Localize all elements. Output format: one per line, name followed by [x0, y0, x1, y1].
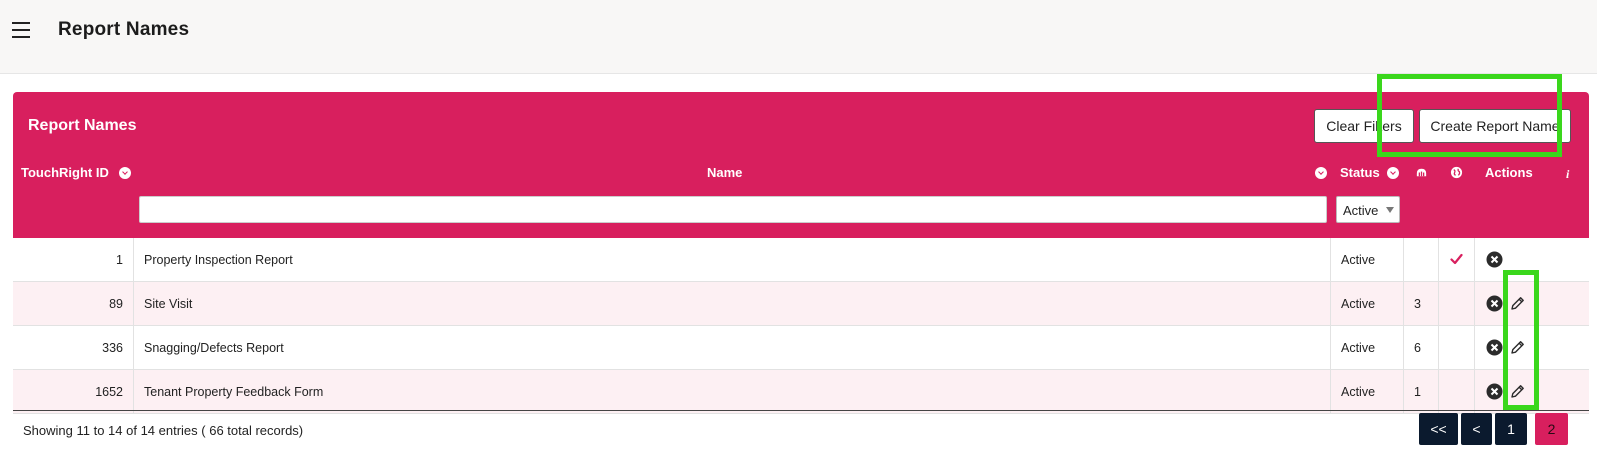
cell-status: Active: [1331, 282, 1404, 326]
status-filter-select[interactable]: Active: [1336, 196, 1400, 223]
cell-name: Site Visit: [134, 282, 1331, 326]
cloud-icon: [1416, 168, 1427, 177]
table-row: 1652 Tenant Property Feedback Form Activ…: [13, 370, 1589, 414]
status-filter-value: Active: [1343, 203, 1379, 218]
create-report-name-button[interactable]: Create Report Name: [1419, 109, 1571, 143]
cell-name: Tenant Property Feedback Form: [134, 370, 1331, 414]
page-title: Report Names: [58, 19, 190, 40]
check-icon: [1450, 253, 1463, 265]
sort-id-chevron-down-icon[interactable]: [119, 167, 131, 179]
cell-actions: [1475, 238, 1589, 282]
cell-count: 6: [1404, 326, 1439, 370]
dropdown-caret-icon: [1386, 207, 1394, 213]
table-row: 336 Snagging/Defects Report Active 6: [13, 326, 1589, 370]
edit-pencil-icon[interactable]: [1509, 295, 1526, 312]
cell-status: Active: [1331, 370, 1404, 414]
column-header-status[interactable]: Status: [1340, 165, 1380, 180]
table-row: 89 Site Visit Active 3: [13, 282, 1589, 326]
info-icon[interactable]: i: [1566, 168, 1574, 180]
cell-id: 336: [13, 326, 134, 370]
cell-count: 1: [1404, 370, 1439, 414]
report-names-card: Report Names Clear Filters Create Report…: [13, 92, 1589, 460]
column-header-actions: Actions: [1485, 165, 1533, 180]
cell-count: 3: [1404, 282, 1439, 326]
edit-pencil-icon[interactable]: [1509, 339, 1526, 356]
name-filter-input[interactable]: [139, 196, 1327, 223]
table-row: 1 Property Inspection Report Active: [13, 238, 1589, 282]
pagination-first-button[interactable]: <<: [1419, 413, 1458, 445]
pagination-prev-button[interactable]: <: [1461, 413, 1492, 445]
delete-close-circle-icon[interactable]: [1486, 251, 1503, 268]
pagination-page-1-button[interactable]: 1: [1495, 413, 1527, 445]
delete-close-circle-icon[interactable]: [1486, 339, 1503, 356]
pagination-page-2-button[interactable]: 2: [1535, 413, 1568, 445]
column-header-touchright-id[interactable]: TouchRight ID: [21, 165, 109, 180]
card-title: Report Names: [28, 117, 137, 134]
sort-name-chevron-down-icon[interactable]: [1315, 167, 1327, 179]
top-bar: Report Names: [0, 0, 1597, 74]
cell-name: Snagging/Defects Report: [134, 326, 1331, 370]
cell-id: 89: [13, 282, 134, 326]
sort-status-chevron-down-icon[interactable]: [1387, 167, 1399, 179]
cell-status: Active: [1331, 238, 1404, 282]
cell-id: 1652: [13, 370, 134, 414]
entries-summary: Showing 11 to 14 of 14 entries ( 66 tota…: [23, 423, 304, 438]
hamburger-menu-icon[interactable]: [12, 22, 30, 38]
cell-status: Active: [1331, 326, 1404, 370]
cell-count: [1404, 238, 1439, 282]
cell-global: [1439, 282, 1475, 326]
table-bottom-border: [13, 410, 1589, 411]
cell-id: 1: [13, 238, 134, 282]
column-header-name[interactable]: Name: [707, 165, 742, 180]
cell-global: [1439, 238, 1475, 282]
clear-filters-button[interactable]: Clear Filters: [1314, 109, 1414, 143]
cell-name: Property Inspection Report: [134, 238, 1331, 282]
cell-global: [1439, 370, 1475, 414]
edit-pencil-icon[interactable]: [1509, 383, 1526, 400]
cell-global: [1439, 326, 1475, 370]
card-header: Report Names Clear Filters Create Report…: [13, 92, 1589, 238]
cell-actions: [1475, 370, 1589, 414]
cell-actions: [1475, 282, 1589, 326]
delete-close-circle-icon[interactable]: [1486, 383, 1503, 400]
cell-actions: [1475, 326, 1589, 370]
delete-close-circle-icon[interactable]: [1486, 295, 1503, 312]
globe-icon: [1450, 166, 1463, 179]
